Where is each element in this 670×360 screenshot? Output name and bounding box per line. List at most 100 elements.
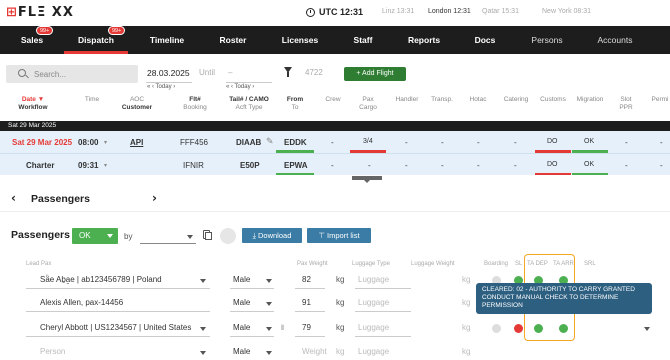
date-from-input[interactable]: 28.03.2025 [147,68,190,78]
gender-select[interactable]: Male [233,323,250,332]
caret-down-icon[interactable] [266,351,272,355]
col-aoc[interactable]: AOC Customer [120,96,154,112]
col-tail[interactable]: Tail# / CAMO Acft Type [228,96,270,112]
sl-status-dot[interactable] [514,324,523,333]
col-transp[interactable]: Transp. [428,96,456,104]
status-circle-button[interactable] [220,228,236,244]
filter-bar: 28.03.2025 Until – « ‹ Today › « ‹ Today… [0,54,670,94]
caret-down-icon[interactable] [200,351,206,355]
flight-time: 09:31 [78,161,99,170]
panel-resize-handle[interactable] [0,175,670,183]
nav-accounts[interactable]: Accounts [582,26,648,54]
luggage-underline [355,336,411,337]
pax-weight-input[interactable]: Weight [302,347,327,356]
chevron-right-icon[interactable]: › [152,191,157,205]
passenger-name[interactable]: Alexis Allen, pax-14456 [40,298,123,307]
caret-down-icon[interactable] [266,279,272,283]
drag-handle-icon[interactable]: ⦀ [281,325,284,333]
add-flight-button[interactable]: + Add Flight [344,67,406,81]
flight-slot: - [625,161,628,170]
clock-icon [306,7,315,17]
flight-count: 4722 [305,68,323,77]
col-pax[interactable]: Pax Cargo [356,96,380,112]
flight-hotac: - [477,161,480,170]
nav-roster[interactable]: Roster [201,26,265,54]
caret-down-icon[interactable] [644,327,650,331]
col-date[interactable]: Date ▼ Workflow [18,96,48,112]
filter-icon[interactable] [284,67,292,77]
col-customs[interactable]: Customs [538,96,568,104]
col-handler[interactable]: Handler [392,96,422,104]
nav-staff[interactable]: Staff [332,26,394,54]
flight-slot: - [625,138,628,147]
passenger-name[interactable]: Cheryl Abbott | US1234567 | United State… [40,323,191,332]
date-until-input[interactable]: – [228,68,232,77]
col-flt[interactable]: Flt# Booking [178,96,212,112]
col-from-label: From [286,96,304,103]
luggage-type-input[interactable]: Luggage [358,275,389,284]
gender-underline [230,311,274,312]
flight-migration: OK [584,161,595,168]
passenger-name[interactable]: Sä̈e Aḇa̱e | ab123456789 | Poland [40,275,162,284]
until-day-nav[interactable]: « ‹ Today › [226,84,254,90]
status-select[interactable]: OK [72,228,118,244]
col-permit[interactable]: Permi [650,96,670,104]
flight-row[interactable]: Sat 29 Mar 2025 08:00 ▾ API FFF456 DIAAB… [0,131,670,153]
nav-sales[interactable]: Sales [0,26,64,54]
time-expand-icon[interactable]: ▾ [104,162,107,169]
luggage-type-input[interactable]: Luggage [358,347,389,356]
col-crew-label: Crew [325,96,341,103]
col-crew[interactable]: Crew [322,96,344,104]
nav-licenses-label: Licenses [281,35,319,45]
caret-down-icon[interactable] [266,327,272,331]
utc-clock: UTC 12:31 [306,7,363,17]
col-booking-label: Booking [183,104,207,111]
col-hotac[interactable]: Hotac [466,96,490,104]
until-label: Until [199,68,216,77]
edit-icon[interactable]: ✎ [266,136,274,147]
flight-row[interactable]: Charter 09:31 ▾ IFNIR E50P EPWA - - - - … [0,154,670,176]
luggage-type-input[interactable]: Luggage [358,298,389,307]
col-catering[interactable]: Catering [501,96,531,104]
col-time[interactable]: Time [82,96,102,104]
chevron-left-icon[interactable]: ‹ [11,191,16,205]
pax-weight-input[interactable]: 82 [302,275,311,284]
nav-accounts-label: Accounts [597,35,633,45]
boarding-status-dot[interactable] [492,324,501,333]
luggage-underline [355,311,411,312]
caret-down-icon[interactable] [200,327,206,331]
flight-handler: - [405,138,408,147]
nav-persons[interactable]: Persons [516,26,578,54]
time-expand-icon[interactable]: ▾ [104,139,107,146]
search-box[interactable] [6,65,138,83]
col-from[interactable]: From To [283,96,307,112]
col-migration[interactable]: Migration [574,96,606,104]
gender-select[interactable]: Male [233,347,250,356]
flight-pax: - [368,161,371,170]
luggage-type-input[interactable]: Luggage [358,323,389,332]
col-permit-label: Permi [651,96,669,103]
col-slot[interactable]: Slot PPR [616,96,636,112]
flight-tail: DIAAB [236,138,262,147]
from-day-nav[interactable]: « ‹ Today › [147,84,175,90]
gender-select[interactable]: Male [233,275,250,284]
nav-reports[interactable]: Reports [393,26,455,54]
nav-licenses[interactable]: Licenses [266,26,334,54]
pax-weight-input[interactable]: 79 [302,323,311,332]
caret-down-icon[interactable] [266,302,272,306]
nav-timeline[interactable]: Timeline [134,26,200,54]
pax-weight-input[interactable]: 91 [302,298,311,307]
app-logo[interactable]: ⊞FLΞ XX [6,5,74,20]
col-date-label: Date ▼ [21,96,45,103]
flight-customer[interactable]: API [130,138,143,147]
copy-icon[interactable] [203,230,212,240]
import-list-button[interactable]: ⊤ Import list [307,228,371,243]
by-select[interactable] [140,229,196,244]
flight-date: Sat 29 Mar 2025 [12,138,73,147]
download-button[interactable]: ⤓ Download [242,228,302,243]
caret-down-icon[interactable] [200,279,206,283]
search-input[interactable] [34,68,134,80]
gender-select[interactable]: Male [233,298,250,307]
passenger-name-input[interactable]: Person [40,347,65,356]
nav-docs[interactable]: Docs [456,26,514,54]
